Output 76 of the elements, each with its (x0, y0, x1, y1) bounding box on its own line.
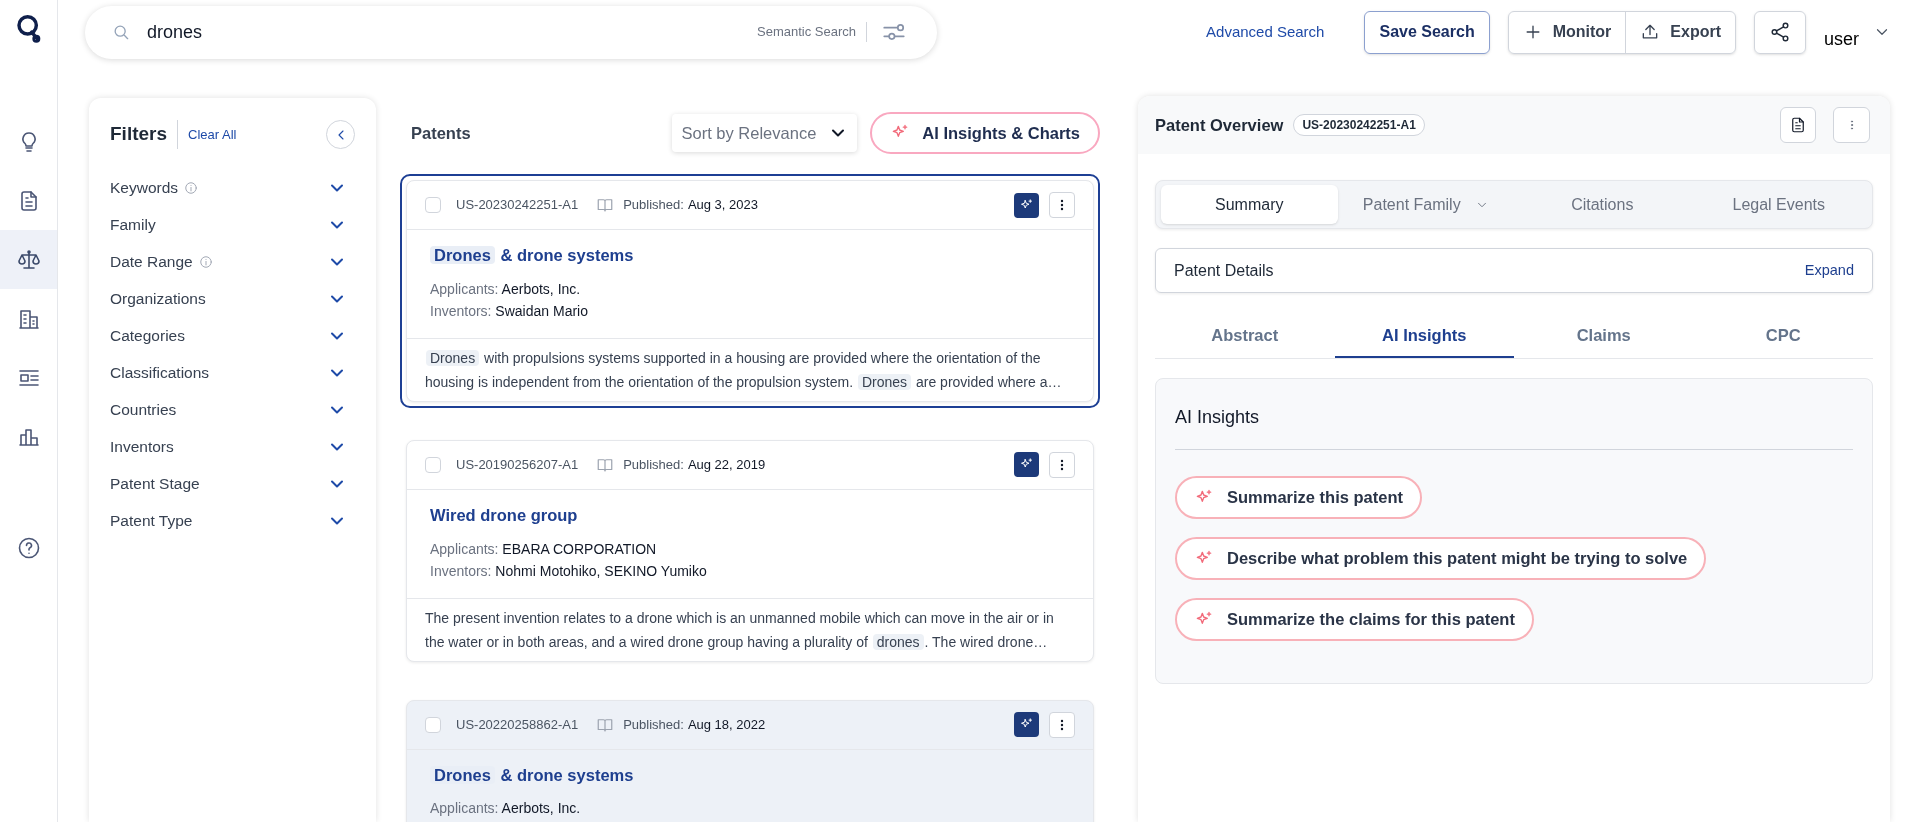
info-icon (198, 254, 213, 269)
prompt-button[interactable]: Describe what problem this patent might be trying to solve (1175, 537, 1707, 580)
checkbox[interactable] (425, 716, 441, 733)
filter-item[interactable]: Inventors (110, 428, 355, 465)
ai-button[interactable] (1014, 452, 1039, 478)
inventors-line: Inventors: Swaidan Mario (430, 301, 589, 321)
advanced-search-link[interactable]: Advanced Search (1206, 20, 1325, 44)
filter-item[interactable]: Countries (110, 391, 355, 428)
checkbox[interactable] (425, 456, 441, 473)
filter-item[interactable]: Classifications (110, 354, 355, 391)
abstract-text: The present invention relates to a drone which is an unmanned mobile which can move in the air or in the water or in both areas, and a wired drone group having a plurality of drones . The wired drone… (424, 608, 1055, 652)
subtab[interactable]: Claims (1514, 314, 1694, 358)
help-icon (16, 536, 41, 560)
applicants-line: Applicants: Aerbots, Inc. (430, 799, 582, 819)
search-input[interactable]: drones (147, 18, 757, 46)
tab[interactable]: Citations (1514, 185, 1691, 224)
published-date: Aug 22, 2019 (687, 456, 766, 474)
prompt-button[interactable]: Summarize the claims for this patent (1175, 598, 1534, 641)
filters-title: Filters (110, 120, 179, 149)
patent-title-link[interactable]: Wired drone group (430, 502, 1070, 528)
ai-button[interactable] (1014, 192, 1039, 218)
filter-item[interactable]: Organizations (110, 280, 355, 317)
prompt-button[interactable]: Summarize this patent (1175, 476, 1423, 519)
published-label: Published: (623, 456, 684, 474)
search-mode-label: Semantic Search (757, 22, 867, 42)
document-icon (1789, 116, 1807, 134)
published-date: Aug 18, 2022 (687, 715, 766, 734)
patent-number: US-20230242251-A1 (456, 196, 579, 215)
avatar-alt-text: user (1824, 28, 1859, 48)
filter-item[interactable]: Patent Stage (110, 465, 355, 502)
save-search-button[interactable]: Save Search (1364, 10, 1490, 54)
subtab[interactable]: CPC (1693, 314, 1873, 358)
patents-title: Patents (411, 122, 471, 144)
published-label: Published: (623, 196, 684, 215)
insights-title: AI Insights (1175, 404, 1853, 450)
ai-button[interactable] (1014, 712, 1039, 737)
clear-all-link[interactable]: Clear All (188, 124, 237, 145)
tab[interactable]: Patent Family (1337, 185, 1514, 224)
filter-item[interactable]: Family (110, 206, 355, 243)
applicants-line: Applicants: Aerbots, Inc. (430, 279, 582, 299)
export-button[interactable]: Export (1626, 11, 1735, 53)
published-label: Published: (623, 715, 684, 734)
patent-number-badge: US-20230242251-A1 (1293, 114, 1425, 136)
patent-card[interactable] (406, 439, 1094, 662)
subtab[interactable]: AI Insights (1334, 314, 1514, 358)
filter-item[interactable]: Patent Type (110, 502, 355, 539)
filter-item[interactable]: Keywords (110, 169, 355, 206)
filter-item[interactable]: Date Range (110, 243, 355, 280)
nav-button[interactable] (0, 230, 57, 289)
inventors-line: Inventors: Nohmi Motohiko, SEKINO Yumiko (430, 561, 708, 581)
info-icon (184, 180, 199, 195)
user-menu[interactable]: user (1824, 16, 1891, 48)
sort-dropdown[interactable]: Sort by Relevance (672, 114, 858, 152)
patent-number: US-20220258862-A1 (456, 715, 579, 734)
expand-link[interactable]: Expand (1804, 259, 1854, 282)
filter-item[interactable]: Categories (110, 317, 355, 354)
patent-title-link[interactable]: Drones & drone systems (430, 243, 1070, 268)
monitor-button[interactable]: Monitor (1508, 11, 1627, 53)
tab[interactable]: Summary (1161, 185, 1338, 224)
patent-details-label: Patent Details (1174, 260, 1274, 281)
applicants-line: Applicants: EBARA CORPORATION (430, 539, 658, 559)
checkbox[interactable] (425, 197, 441, 213)
subtab[interactable]: Abstract (1155, 314, 1335, 358)
share-button[interactable] (1754, 10, 1806, 54)
document-button[interactable] (1780, 107, 1816, 143)
tab[interactable]: Legal Events (1690, 185, 1867, 224)
ai-insights-button[interactable]: AI Insights & Charts (870, 112, 1100, 154)
published-date: Aug 3, 2023 (687, 196, 758, 215)
patent-number: US-20190256207-A1 (456, 456, 579, 474)
share-icon (1769, 21, 1791, 43)
scales-icon (16, 247, 41, 272)
book-icon (596, 196, 615, 214)
patent-card[interactable]: US-20220258862-A1 Published: Aug 18, 2022 Drones & drone systems Applicants: Aerbots, Inc. (406, 699, 1094, 822)
abstract-text: Drones with propulsions systems supported in a housing are provided where the orientation of the housing is independent from the orientation of the propulsion system. Drones are provided where a… (424, 348, 1063, 392)
overview-title: Patent Overview (1155, 114, 1284, 136)
patent-title-link[interactable]: Drones & drone systems (430, 762, 1070, 788)
